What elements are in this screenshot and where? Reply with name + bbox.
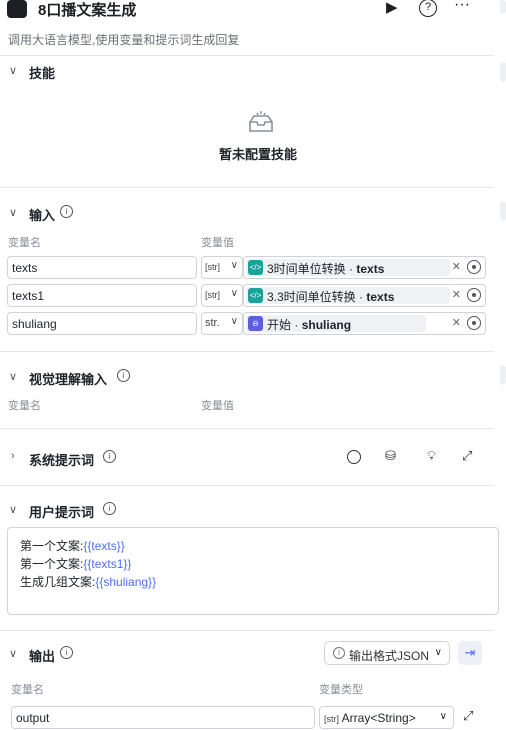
scrollbar-top[interactable]: [500, 0, 506, 14]
reference-chip[interactable]: ⊖ 开始 · shuliang: [246, 315, 426, 332]
library-icon[interactable]: ⛁: [385, 448, 396, 464]
chevron-down-icon[interactable]: ∨: [9, 503, 17, 516]
reference-chip[interactable]: </> 3.3时间单位转换 · texts: [246, 287, 450, 304]
variable-type-select[interactable]: str. ∨: [201, 312, 243, 335]
variable-type-select[interactable]: [str] ∨: [201, 284, 243, 307]
chevron-down-icon: ∨: [230, 260, 238, 271]
variable-name-input[interactable]: texts: [7, 256, 197, 279]
vision-title: 视觉理解输入: [29, 372, 108, 387]
clear-icon[interactable]: ✕: [452, 260, 461, 273]
prompt-text: 第一个文案:: [20, 539, 84, 553]
output-format-select[interactable]: i 输出格式JSON ∨: [324, 641, 450, 665]
chevron-down-icon[interactable]: ∨: [9, 647, 17, 660]
skills-add-button[interactable]: [500, 62, 506, 82]
prompt-line: 生成几组文案:{{shuliang}}: [20, 573, 156, 590]
divider: [0, 630, 494, 631]
info-icon[interactable]: i: [60, 205, 73, 218]
type-label: [str]: [205, 290, 220, 300]
type-label: [str]: [205, 262, 220, 272]
divider: [0, 187, 494, 188]
code-icon: </>: [248, 288, 263, 303]
chevron-right-icon[interactable]: ›: [11, 450, 15, 462]
variable-value-field[interactable]: </> 3.3时间单位转换 · texts ✕: [243, 284, 486, 307]
prompt-variable[interactable]: {{shuliang}}: [95, 575, 156, 589]
node-title[interactable]: 8口播文案生成: [38, 0, 136, 20]
prompt-line: 第一个文案:{{texts}}: [20, 537, 125, 554]
prompt-variable[interactable]: {{texts1}}: [83, 557, 131, 571]
clear-icon[interactable]: ✕: [452, 288, 461, 301]
chevron-down-icon[interactable]: ∨: [9, 64, 17, 77]
node-description: 调用大语言模型,使用变量和提示词生成回复: [8, 33, 240, 47]
chevron-down-icon: ∨: [439, 711, 447, 722]
variable-name-input[interactable]: texts1: [7, 284, 197, 307]
col-label-name: 变量名: [8, 237, 41, 249]
expand-icon[interactable]: ⤢: [463, 708, 473, 724]
ref-var-name: shuliang: [301, 318, 352, 332]
info-icon[interactable]: i: [60, 646, 73, 659]
output-name-input[interactable]: output: [11, 706, 315, 729]
col-label-name: 变量名: [8, 400, 41, 412]
ref-var-name: texts: [366, 290, 395, 304]
prompt-text: 第一个文案:: [20, 557, 84, 571]
skills-empty-text: 暂未配置技能: [219, 147, 298, 162]
target-icon[interactable]: [467, 316, 481, 330]
info-icon[interactable]: i: [103, 450, 116, 463]
system-prompt-title: 系统提示词: [29, 453, 95, 468]
chevron-down-icon[interactable]: ∨: [9, 370, 17, 383]
divider: [0, 428, 494, 429]
output-type-label: Array<String>: [341, 711, 416, 725]
variable-name-input[interactable]: shuliang: [7, 312, 197, 335]
info-icon: i: [333, 647, 345, 659]
col-label-name: 变量名: [11, 684, 44, 696]
inputs-title: 输入: [29, 208, 56, 223]
empty-box-icon: [248, 110, 274, 134]
output-format-label: 输出格式JSON: [349, 649, 430, 663]
chevron-down-icon: ∨: [434, 647, 442, 658]
variable-value-field[interactable]: ⊖ 开始 · shuliang ✕: [243, 312, 486, 335]
chevron-down-icon[interactable]: ∨: [9, 206, 17, 219]
user-prompt-title: 用户提示词: [29, 505, 95, 520]
help-icon[interactable]: ?: [419, 0, 437, 17]
expand-icon[interactable]: ⤢: [462, 448, 472, 464]
run-icon[interactable]: ▶: [386, 0, 398, 16]
type-label: str.: [205, 317, 220, 329]
ref-var-name: texts: [356, 262, 385, 276]
variable-value-field[interactable]: </> 3时间单位转换 · texts ✕: [243, 256, 486, 279]
type-badge: [str]: [324, 714, 339, 724]
node-avatar-icon: [7, 0, 27, 18]
ref-node-name: 3时间单位转换: [267, 262, 346, 276]
info-icon[interactable]: i: [117, 369, 130, 382]
vision-add-button[interactable]: [500, 365, 506, 385]
col-label-type: 变量类型: [319, 684, 363, 696]
prompt-line: 第一个文案:{{texts1}}: [20, 555, 131, 572]
prompt-variable[interactable]: {{texts}}: [83, 539, 124, 553]
divider: [0, 485, 494, 486]
reference-chip[interactable]: </> 3时间单位转换 · texts: [246, 259, 450, 276]
prompt-text: 生成几组文案:: [20, 575, 96, 589]
target-icon[interactable]: [467, 288, 481, 302]
target-icon[interactable]: [467, 260, 481, 274]
user-prompt-editor[interactable]: 第一个文案:{{texts}} 第一个文案:{{texts1}} 生成几组文案:…: [7, 527, 499, 615]
inputs-add-button[interactable]: [500, 201, 506, 221]
variable-type-select[interactable]: [str] ∨: [201, 256, 243, 279]
col-label-value: 变量值: [201, 400, 234, 412]
clear-icon[interactable]: ✕: [452, 316, 461, 329]
chevron-down-icon: ∨: [230, 316, 238, 327]
ref-node-name: 开始: [267, 318, 292, 332]
divider: [0, 351, 494, 352]
divider: [0, 55, 494, 56]
skills-title: 技能: [29, 66, 56, 81]
ref-node-name: 3.3时间单位转换: [267, 290, 356, 304]
more-icon[interactable]: ···: [454, 0, 470, 14]
chevron-down-icon: ∨: [230, 288, 238, 299]
info-icon[interactable]: i: [103, 502, 116, 515]
col-label-value: 变量值: [201, 237, 234, 249]
output-title: 输出: [29, 649, 56, 664]
code-icon: </>: [248, 260, 263, 275]
output-settings-icon[interactable]: ⇥: [458, 641, 482, 665]
lightbulb-icon[interactable]: 💡︎: [427, 448, 436, 464]
compass-icon[interactable]: [347, 450, 361, 464]
start-icon: ⊖: [248, 316, 263, 331]
output-type-select[interactable]: [str] Array<String> ∨: [319, 706, 454, 729]
